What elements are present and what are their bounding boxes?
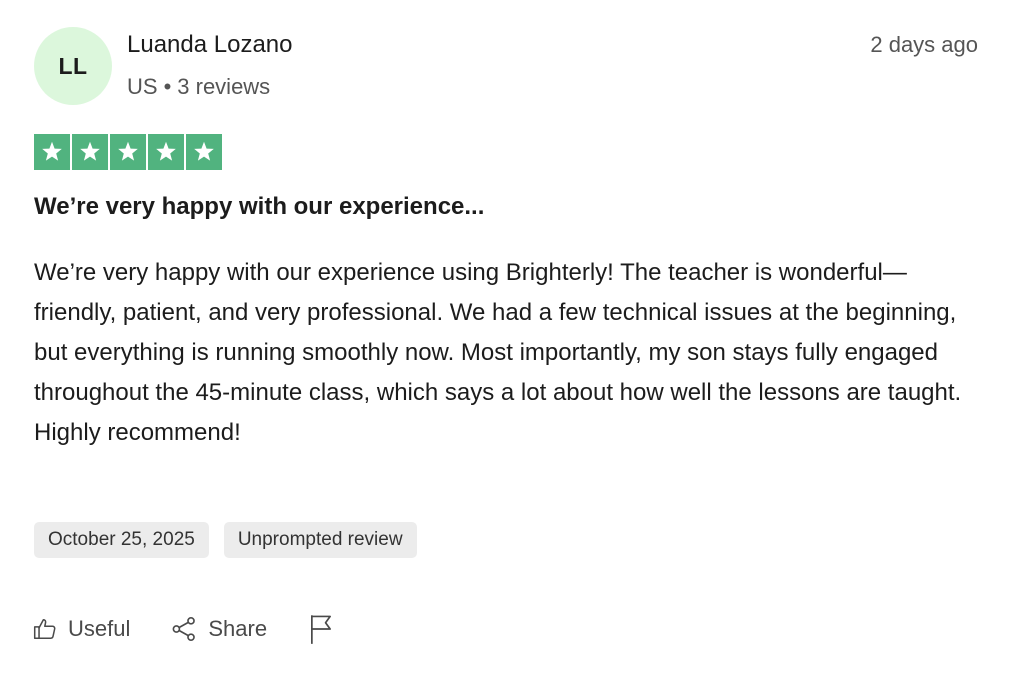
reviewer-meta: US • 3 reviews xyxy=(127,73,270,101)
useful-button[interactable]: Useful xyxy=(32,616,130,642)
review-body: We’re very happy with our experience usi… xyxy=(34,259,962,446)
share-button[interactable]: Share xyxy=(170,615,267,643)
review-title[interactable]: We’re very happy with our experience... xyxy=(34,190,484,224)
star-icon xyxy=(156,141,176,161)
star-icon xyxy=(42,141,62,161)
review-date-tag: October 25, 2025 xyxy=(34,522,209,558)
review-date-relative: 2 days ago xyxy=(870,32,978,57)
reviewer-country: US xyxy=(127,74,158,99)
thumbs-up-icon xyxy=(32,616,58,642)
review-tags: October 25, 2025 Unprompted review xyxy=(34,522,417,558)
review-card: LL Luanda Lozano US • 3 reviews 2 days ago… xyxy=(0,0,1024,685)
reviewer-name[interactable]: Luanda Lozano xyxy=(127,30,293,60)
review-actions: Useful Share xyxy=(32,610,335,648)
unprompted-review-tag[interactable]: Unprompted review xyxy=(223,522,417,558)
star-icon xyxy=(194,141,214,161)
star-4 xyxy=(148,134,184,170)
star-icon xyxy=(118,141,138,161)
avatar-initials: LL xyxy=(58,52,88,79)
useful-label: Useful xyxy=(68,616,131,641)
report-button[interactable] xyxy=(307,613,335,645)
reviewer-review-count: 3 reviews xyxy=(177,74,271,99)
star-5 xyxy=(186,134,222,170)
flag-icon xyxy=(307,613,335,645)
meta-separator: • xyxy=(163,74,172,99)
share-icon xyxy=(170,615,198,643)
avatar[interactable]: LL xyxy=(34,27,112,105)
share-label: Share xyxy=(208,616,268,641)
star-rating xyxy=(34,134,222,170)
star-1 xyxy=(34,134,70,170)
star-3 xyxy=(110,134,146,170)
star-2 xyxy=(72,134,108,170)
star-icon xyxy=(80,141,100,161)
